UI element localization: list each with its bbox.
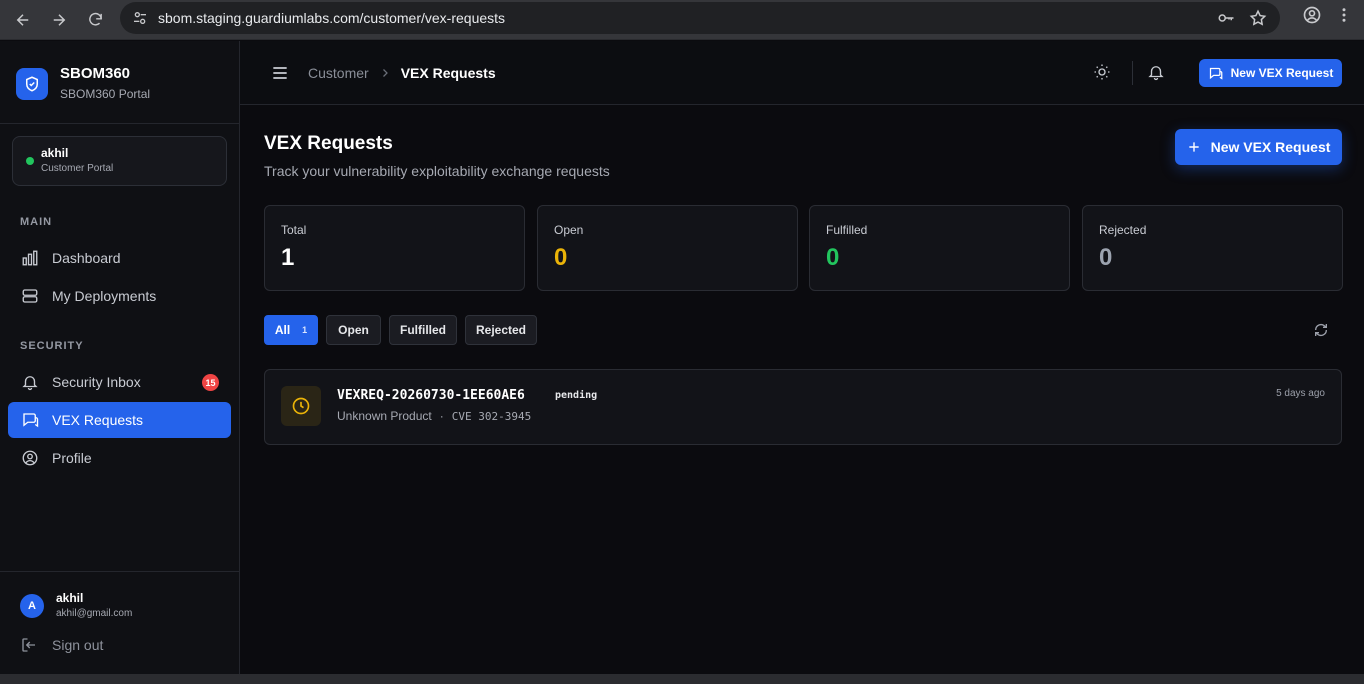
stat-label: Fulfilled [826, 223, 868, 237]
shield-check-icon [16, 67, 48, 100]
sidebar-item-vex-requests[interactable]: VEX Requests [8, 402, 231, 438]
arrow-right-icon[interactable] [41, 3, 77, 37]
sidebar-item-label: My Deployments [52, 288, 157, 304]
sidebar-item-label: Profile [52, 450, 92, 466]
meta-separator: · [439, 409, 444, 423]
breadcrumb: Customer VEX Requests [308, 65, 496, 81]
filter-tab-open[interactable]: Open [326, 315, 381, 345]
sidebar-item-label: Security Inbox [52, 374, 141, 390]
stat-label: Total [281, 223, 307, 237]
request-product: Unknown Product [337, 409, 432, 423]
filter-tab-label: Rejected [475, 323, 527, 337]
url-text[interactable]: sbom.staging.guardiumlabs.com/customer/v… [158, 10, 505, 26]
brand-subtitle: SBOM360 Portal [60, 87, 151, 101]
more-vert-icon[interactable] [1332, 3, 1356, 27]
bell-icon[interactable] [1147, 63, 1167, 83]
plus-icon [1187, 140, 1201, 154]
arrow-left-icon[interactable] [5, 3, 41, 37]
server-icon [20, 286, 40, 306]
new-vex-request-label: New VEX Request [1210, 139, 1331, 155]
sign-out-button[interactable]: Sign out [20, 636, 103, 654]
status-badge: pending [555, 390, 598, 401]
brand-name: SBOM360 [60, 65, 131, 82]
breadcrumb-customer[interactable]: Customer [308, 65, 369, 81]
reload-icon[interactable] [77, 3, 113, 37]
brand[interactable]: SBOM360 SBOM360 Portal [16, 65, 150, 102]
stat-card-open: Open 0 [537, 205, 798, 291]
stat-value: 0 [826, 244, 840, 271]
browser-toolbar: sbom.staging.guardiumlabs.com/customer/v… [0, 0, 1364, 40]
request-cve: CVE 302-3945 [451, 409, 532, 423]
request-id: VEXREQ-20260730-1EE60AE6 [337, 388, 525, 403]
avatar: A [20, 593, 44, 618]
sidebar-item-label: Dashboard [52, 250, 121, 266]
sun-icon[interactable] [1093, 63, 1113, 83]
filter-tab-label: Fulfilled [400, 323, 446, 337]
sidebar-item-security-inbox[interactable]: Security Inbox 15 [8, 364, 231, 400]
address-bar[interactable]: sbom.staging.guardiumlabs.com/customer/v… [120, 2, 1280, 34]
user-card-role: Customer Portal [41, 163, 114, 174]
bar-chart-icon [20, 248, 40, 268]
stat-label: Open [554, 223, 584, 237]
footer-user-email: akhil@gmail.com [56, 608, 133, 619]
top-header: Customer VEX Requests New VEX Request [240, 41, 1364, 105]
divider [0, 571, 239, 572]
stat-card-fulfilled: Fulfilled 0 [809, 205, 1070, 291]
site-settings-icon[interactable] [128, 6, 152, 30]
chevron-right-icon [379, 67, 391, 79]
message-square-icon [1208, 66, 1223, 81]
main-content: VEX Requests Track your vulnerability ex… [240, 105, 1364, 674]
user-card-name: akhil [41, 146, 69, 160]
sign-out-label: Sign out [52, 637, 104, 653]
star-icon[interactable] [1246, 6, 1270, 30]
footer-user-name: akhil [56, 591, 84, 605]
stat-card-total: Total 1 [264, 205, 525, 291]
unread-count-badge: 15 [202, 374, 219, 391]
sidebar-item-profile[interactable]: Profile [8, 440, 231, 476]
menu-icon[interactable] [270, 63, 290, 83]
filter-tab-all[interactable]: All 1 [264, 315, 318, 345]
stat-value: 0 [554, 244, 568, 271]
new-vex-request-button[interactable]: New VEX Request [1175, 129, 1342, 165]
footer-user[interactable]: A akhil akhil@gmail.com [20, 591, 132, 620]
filter-tab-rejected[interactable]: Rejected [465, 315, 537, 345]
clock-icon [281, 386, 321, 426]
sidebar-item-my-deployments[interactable]: My Deployments [8, 278, 231, 314]
stat-label: Rejected [1099, 223, 1147, 237]
section-label-security: SECURITY [20, 340, 84, 352]
profile-icon[interactable] [1300, 3, 1324, 27]
user-circle-icon [20, 448, 40, 468]
filter-tab-fulfilled[interactable]: Fulfilled [389, 315, 457, 345]
filter-tab-count: 1 [302, 325, 308, 335]
user-card[interactable]: akhil Customer Portal [12, 136, 227, 186]
key-icon[interactable] [1214, 6, 1238, 30]
sidebar-item-label: VEX Requests [52, 412, 144, 428]
stat-card-rejected: Rejected 0 [1082, 205, 1343, 291]
filter-tab-label: All [274, 323, 291, 337]
breadcrumb-current: VEX Requests [400, 65, 496, 81]
section-label-main: MAIN [20, 216, 53, 228]
stat-value: 1 [281, 244, 295, 271]
page-title: VEX Requests [264, 133, 393, 154]
header-new-vex-request-button[interactable]: New VEX Request [1199, 59, 1342, 87]
online-status-dot [26, 157, 34, 165]
request-time: 5 days ago [1276, 388, 1325, 399]
sidebar-item-dashboard[interactable]: Dashboard [8, 240, 231, 276]
page-subtitle: Track your vulnerability exploitability … [264, 163, 610, 179]
divider [0, 123, 239, 124]
os-taskbar [0, 674, 1364, 684]
sidebar: SBOM360 SBOM360 Portal akhil Customer Po… [0, 41, 240, 674]
filter-tab-label: Open [338, 323, 369, 337]
message-square-icon [20, 410, 40, 430]
header-divider [1132, 61, 1133, 85]
log-out-icon [20, 636, 38, 654]
vex-request-row[interactable]: VEXREQ-20260730-1EE60AE6 pending Unknown… [264, 369, 1342, 445]
header-button-label: New VEX Request [1230, 66, 1334, 80]
stat-value: 0 [1099, 244, 1113, 271]
request-meta: Unknown Product · CVE 302-3945 [337, 409, 531, 423]
refresh-icon[interactable] [1313, 322, 1329, 338]
bell-icon [20, 372, 40, 392]
